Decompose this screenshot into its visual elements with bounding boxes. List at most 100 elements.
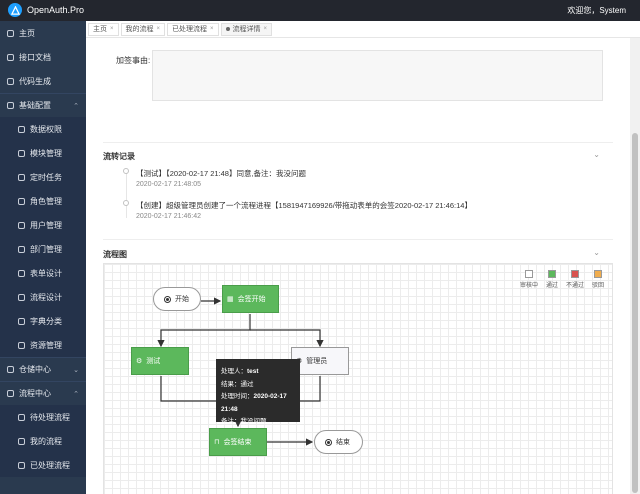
sidebar-item-label: 接口文档	[19, 52, 51, 62]
start-icon	[164, 295, 171, 303]
detail-content: 加签事由: 流转记录 ⌄ 【测试】【2020-02-17 21:48】同意,备注…	[86, 38, 630, 494]
tab-my-flows[interactable]: 我的流程 ×	[120, 22, 166, 36]
sidebar-item-label: 流程中心	[19, 389, 51, 398]
legend-item: 审核中	[520, 270, 538, 289]
tab-label: 已处理流程	[172, 26, 208, 33]
sidebar-item[interactable]: 主页	[0, 21, 86, 45]
sidebar-item[interactable]: 数据权限	[0, 117, 86, 141]
flowchart-title: 流程图	[103, 250, 127, 259]
legend-item: 通过	[546, 270, 558, 289]
sidebar-item[interactable]: 代码生成	[0, 69, 86, 93]
legend-item: 不通过	[566, 270, 584, 289]
flow-node-end[interactable]: 结束	[314, 430, 363, 454]
close-icon[interactable]: ×	[210, 26, 214, 32]
chevron-down-icon[interactable]: ⌄	[593, 150, 600, 159]
sidebar-item[interactable]: 基础配置 ⌃	[0, 93, 86, 117]
history-entry-text: 【测试】【2020-02-17 21:48】同意,备注：我没问题	[136, 169, 307, 178]
sidebar-item-label: 流程设计	[30, 292, 62, 302]
menu-icon	[18, 341, 25, 349]
sidebar-item[interactable]: 字典分类	[0, 309, 86, 333]
sidebar-item[interactable]: 用户管理	[0, 213, 86, 237]
flow-legend: 审核中 通过 不通过 驳回	[520, 270, 604, 289]
menu-icon	[18, 293, 25, 301]
flow-node-countersign-end[interactable]: ⊓ 会签结束	[209, 428, 267, 456]
tab-flow-detail[interactable]: 流程详情 ×	[220, 22, 273, 36]
sidebar-item-label: 我的流程	[30, 436, 62, 446]
history-entry-text: 【创建】超级管理员创建了一个流程进程【1581947169926/带拖动表单的会…	[136, 201, 472, 210]
tab-processed-flows[interactable]: 已处理流程 ×	[167, 22, 219, 36]
sidebar-item[interactable]: 角色管理	[0, 189, 86, 213]
legend-item: 驳回	[592, 270, 604, 289]
sidebar-item-label: 仓储中心	[19, 365, 51, 374]
gear-icon: ⚙	[136, 358, 143, 365]
node-label: 会签开始	[237, 296, 266, 303]
scrollbar[interactable]	[630, 38, 640, 494]
sidebar-item-label: 模块管理	[30, 148, 62, 158]
chevron-down-icon[interactable]: ⌄	[593, 248, 600, 257]
menu-icon	[18, 149, 25, 157]
flowchart-canvas[interactable]: 审核中通过不通过驳回 开始 ▦ 会签开始 ⚙ 测试 ⚙ 管理员 ⊓ 会签结束	[103, 263, 613, 494]
sidebar-item[interactable]: 已处理流程	[0, 453, 86, 477]
reason-textarea[interactable]	[152, 50, 603, 101]
sidebar-item[interactable]: 待处理流程	[0, 405, 86, 429]
menu-icon	[18, 173, 25, 181]
menu-icon	[18, 437, 25, 445]
sidebar-item[interactable]: 表单设计	[0, 261, 86, 285]
divider	[103, 142, 613, 143]
sidebar-item[interactable]: 我的流程	[0, 429, 86, 453]
end-icon	[325, 438, 332, 446]
menu-icon	[18, 413, 25, 421]
close-icon[interactable]: ×	[157, 26, 161, 32]
flow-node-countersign-start[interactable]: ▦ 会签开始	[222, 285, 279, 313]
tab-bar: 主页 × 我的流程 × 已处理流程 × 流程详情 ×	[86, 21, 640, 38]
logo[interactable]: OpenAuth.Pro	[8, 3, 84, 17]
divider	[103, 239, 613, 240]
menu-icon	[18, 245, 25, 253]
menu-icon	[18, 197, 25, 205]
timeline-dot	[123, 200, 129, 206]
sidebar-item-label: 待处理流程	[30, 412, 70, 422]
menu-icon	[18, 125, 25, 133]
timeline-line	[126, 173, 127, 218]
tab-home[interactable]: 主页 ×	[88, 22, 119, 36]
scrollbar-thumb[interactable]	[632, 133, 638, 493]
sidebar-item[interactable]: 部门管理	[0, 237, 86, 261]
sidebar-item-label: 已处理流程	[30, 460, 70, 470]
history-entry-time: 2020-02-17 21:46:42	[136, 213, 201, 220]
timeline-dot	[123, 168, 129, 174]
sidebar-item-label: 定时任务	[30, 172, 62, 182]
tab-label: 流程详情	[232, 26, 261, 33]
close-icon[interactable]: ×	[110, 26, 114, 32]
node-tooltip: 处理人：test 结果：通过 处理时间：2020-02-17 21:48 备注：…	[216, 359, 300, 425]
menu-icon	[7, 390, 14, 397]
flow-node-start[interactable]: 开始	[153, 287, 201, 311]
menu-icon	[7, 29, 14, 37]
legend-label: 审核中	[519, 283, 538, 289]
sidebar-item[interactable]: 资源管理	[0, 333, 86, 357]
legend-label: 驳回	[591, 283, 604, 289]
sidebar-item[interactable]: 接口文档	[0, 45, 86, 69]
close-icon[interactable]: ×	[264, 26, 268, 32]
chevron-icon[interactable]: ⌄	[73, 366, 79, 374]
chevron-icon[interactable]: ⌃	[73, 390, 79, 398]
sidebar-item-label: 字典分类	[30, 316, 62, 326]
sidebar-item-label: 基础配置	[19, 101, 51, 110]
sidebar-item[interactable]: 流程设计	[0, 285, 86, 309]
sidebar-item[interactable]: 流程中心 ⌃	[0, 381, 86, 405]
chevron-icon[interactable]: ⌃	[73, 102, 79, 110]
history-entry-time: 2020-02-17 21:48:05	[136, 181, 201, 188]
menu-icon	[18, 461, 25, 469]
history-title: 流转记录	[103, 152, 135, 161]
node-label: 会签结束	[223, 439, 252, 446]
tooltip-label: 处理时间：	[221, 393, 254, 400]
node-label: 测试	[146, 358, 161, 365]
sidebar-item[interactable]: 定时任务	[0, 165, 86, 189]
sidebar-item[interactable]: 仓储中心 ⌄	[0, 357, 86, 381]
flow-node-test[interactable]: ⚙ 测试	[131, 347, 189, 375]
user-greeting[interactable]: 欢迎您，System	[567, 5, 626, 16]
node-label: 结束	[336, 439, 350, 446]
legend-swatch	[547, 270, 556, 278]
menu-icon	[7, 77, 14, 85]
sidebar-item[interactable]: 模块管理	[0, 141, 86, 165]
sidebar-item-label: 角色管理	[30, 196, 62, 206]
